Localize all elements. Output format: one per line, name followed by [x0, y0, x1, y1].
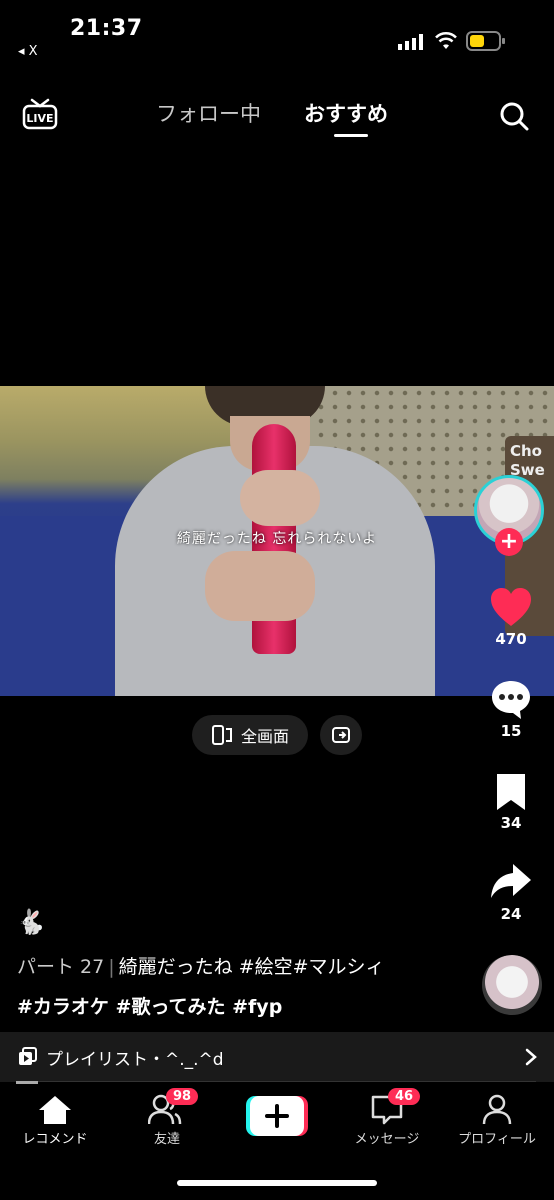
status-time: 21:37 — [70, 16, 143, 41]
friends-badge: 98 — [166, 1088, 199, 1105]
share-count: 24 — [500, 905, 522, 923]
share-icon[interactable] — [489, 860, 533, 904]
playlist-icon — [19, 1047, 37, 1065]
lyric-subtitle: 綺麗だったね 忘れられないよ — [176, 531, 378, 547]
playlist-bar[interactable]: プレイリスト・^._.^d — [0, 1032, 554, 1082]
live-icon[interactable]: LIVE — [22, 96, 58, 132]
battery-icon — [466, 31, 505, 51]
profile-icon[interactable] — [482, 1094, 512, 1126]
chevron-right-icon — [525, 1048, 537, 1066]
cellular-signal-icon — [398, 34, 423, 50]
create-plus-icon[interactable] — [246, 1096, 308, 1136]
search-icon[interactable] — [498, 100, 530, 132]
fullscreen-button[interactable]: 全画面 — [192, 715, 308, 755]
username-emoji[interactable]: 🐇 — [16, 908, 46, 936]
playlist-label: プレイリスト・^._.^d — [46, 1049, 224, 1070]
svg-text:LIVE: LIVE — [26, 112, 53, 125]
home-indicator — [177, 1180, 377, 1186]
video-hand-top — [240, 470, 320, 526]
nav-friends-label[interactable]: 友達 — [117, 1128, 217, 1147]
like-count: 470 — [495, 630, 527, 648]
caption-separator: | — [108, 956, 115, 978]
caption-text: 綺麗だったね #絵空#マルシィ — [118, 956, 385, 978]
active-tab-indicator — [334, 134, 368, 137]
video-progress-fill — [16, 1081, 38, 1084]
video-hand-bottom — [205, 551, 315, 621]
heart-icon[interactable] — [489, 586, 533, 630]
bookmark-icon[interactable] — [489, 770, 533, 814]
tab-following[interactable]: フォロー中 — [156, 98, 261, 128]
video-progress-track[interactable] — [16, 1081, 536, 1082]
bookmark-count: 34 — [500, 814, 522, 832]
fullscreen-label: 全画面 — [240, 727, 289, 746]
caption-line-1[interactable]: パート 27 | 綺麗だったね #絵空#マルシィ — [17, 952, 385, 979]
caption-hashtags[interactable]: #カラオケ #歌ってみた #fyp — [17, 992, 282, 1019]
tab-recommended[interactable]: おすすめ — [304, 98, 388, 128]
back-to-app-link[interactable]: ◂ X — [18, 44, 38, 59]
home-icon[interactable] — [38, 1094, 72, 1126]
wifi-icon — [435, 32, 457, 49]
open-external-button[interactable] — [320, 715, 362, 755]
inbox-badge: 46 — [388, 1088, 421, 1105]
follow-plus-button[interactable]: + — [495, 528, 523, 556]
caption-part: パート 27 — [17, 956, 105, 978]
comment-icon[interactable] — [489, 678, 533, 722]
nav-home-label[interactable]: レコメンド — [5, 1128, 105, 1147]
comment-count: 15 — [500, 722, 522, 740]
nav-profile-label[interactable]: プロフィール — [447, 1128, 547, 1147]
export-icon — [332, 727, 350, 743]
nav-inbox-label[interactable]: メッセージ — [337, 1128, 437, 1147]
snack-box-text: Cho Swe — [510, 442, 545, 479]
fullscreen-icon — [211, 725, 232, 745]
video-player[interactable]: Cho Swe 綺麗だったね 忘れられないよ — [0, 386, 554, 696]
music-disc[interactable] — [482, 955, 542, 1015]
